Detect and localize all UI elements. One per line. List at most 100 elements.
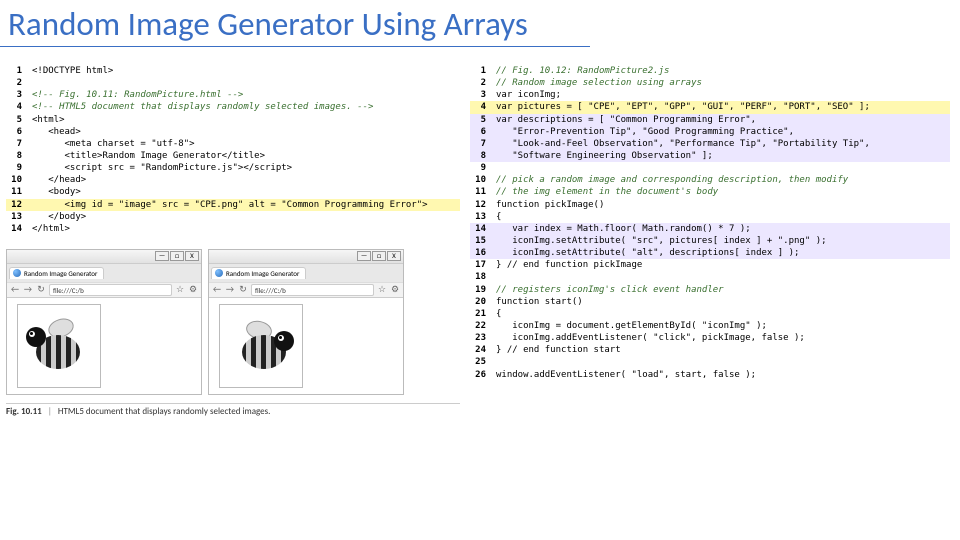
code-line: 5<html> [6,114,460,126]
code-line: 19// registers iconImg's click event han… [470,284,950,296]
code-text: <!-- HTML5 document that displays random… [32,101,373,113]
star-icon[interactable]: ☆ [377,285,387,295]
code-line: 6 <head> [6,126,460,138]
address-bar[interactable]: file:///C:/b [49,284,172,296]
code-line: 13 </body> [6,211,460,223]
code-text: <head> [32,126,81,138]
code-text: <body> [32,186,81,198]
line-number: 1 [6,65,22,77]
line-number: 17 [470,259,486,271]
code-text: <!DOCTYPE html> [32,65,113,77]
line-number: 5 [6,114,22,126]
back-icon[interactable]: ← [10,285,20,295]
line-number: 16 [470,247,486,259]
line-number: 8 [6,150,22,162]
line-number: 4 [6,101,22,113]
line-number: 7 [470,138,486,150]
forward-icon[interactable]: → [23,285,33,295]
tab-row: Random Image Generator [7,264,201,282]
minimize-button[interactable]: — [155,251,169,261]
browser-toolbar: ← → ↻ file:///C:/b ☆ ⚙ [209,282,403,298]
reload-icon[interactable]: ↻ [238,285,248,295]
wrench-icon[interactable]: ⚙ [188,285,198,295]
line-number: 3 [6,89,22,101]
code-line: 22 iconImg = document.getElementById( "i… [470,320,950,332]
forward-icon[interactable]: → [225,285,235,295]
back-icon[interactable]: ← [212,285,222,295]
close-button[interactable]: X [387,251,401,261]
right-column: 1// Fig. 10.12: RandomPicture2.js2// Ran… [460,65,950,417]
address-bar[interactable]: file:///C:/b [251,284,374,296]
line-number: 19 [470,284,486,296]
code-line: 9 [470,162,950,174]
star-icon[interactable]: ☆ [175,285,185,295]
code-text: { [496,211,501,223]
line-number: 10 [6,174,22,186]
code-line: 1 // Fig. 10.12: RandomPicture2.js [470,65,950,77]
line-number: 15 [470,235,486,247]
left-column: 1<!DOCTYPE html>23<!-- Fig. 10.11: Rando… [0,65,460,417]
code-text: </html> [32,223,70,235]
line-number: 2 [470,77,486,89]
line-number: 11 [6,186,22,198]
code-text: </body> [32,211,86,223]
code-text: function pickImage() [496,199,604,211]
code-line: 7 "Look-and-Feel Observation", "Performa… [470,138,950,150]
line-number: 12 [470,199,486,211]
browser-window-1: — □ X Random Image Generator ← → ↻ file:… [6,249,202,395]
code-line: 21 { [470,308,950,320]
line-number: 12 [6,199,22,211]
code-line: 7 <meta charset = "utf-8"> [6,138,460,150]
code-line: 4var pictures = [ "CPE", "EPT", "GPP", "… [470,101,950,113]
code-text: </head> [32,174,86,186]
code-line: 11 <body> [6,186,460,198]
tab-title: Random Image Generator [226,269,299,278]
line-number: 22 [470,320,486,332]
code-line: 3<!-- Fig. 10.11: RandomPicture.html --> [6,89,460,101]
browser-tab[interactable]: Random Image Generator [211,267,306,279]
line-number: 1 [470,65,486,77]
close-button[interactable]: X [185,251,199,261]
figure-caption: Fig. 10.11 | HTML5 document that display… [6,403,460,417]
code-line: 12 function pickImage() [470,199,950,211]
code-line: 5var descriptions = [ "Common Programmin… [470,114,950,126]
globe-icon [215,269,223,277]
line-number: 9 [470,162,486,174]
page-title: Random Image Generator Using Arrays [0,0,590,47]
code-text: iconImg.setAttribute( "src", pictures[ i… [496,235,827,247]
line-number: 18 [470,271,486,283]
minimize-button[interactable]: — [357,251,371,261]
line-number: 26 [470,369,486,381]
line-number: 21 [470,308,486,320]
maximize-button[interactable]: □ [372,251,386,261]
line-number: 20 [470,296,486,308]
globe-icon [13,269,21,277]
line-number: 6 [6,126,22,138]
code-line: 24} // end function start [470,344,950,356]
maximize-button[interactable]: □ [170,251,184,261]
line-number: 7 [6,138,22,150]
code-line: 12 <img id = "image" src = "CPE.png" alt… [6,199,460,211]
browser-screenshots: — □ X Random Image Generator ← → ↻ file:… [6,249,460,395]
tab-row: Random Image Generator [209,264,403,282]
page-body [7,298,201,394]
code-text: // the img element in the document's bod… [496,186,718,198]
reload-icon[interactable]: ↻ [36,285,46,295]
code-text: { [496,308,501,320]
code-line: 3var iconImg; [470,89,950,101]
wrench-icon[interactable]: ⚙ [390,285,400,295]
code-text: } // end function pickImage [496,259,642,271]
browser-toolbar: ← → ↻ file:///C:/b ☆ ⚙ [7,282,201,298]
code-line: 6 "Error-Prevention Tip", "Good Programm… [470,126,950,138]
code-line: 13{ [470,211,950,223]
code-text: // Fig. 10.12: RandomPicture2.js [496,65,669,77]
line-number: 5 [470,114,486,126]
code-line: 14</html> [6,223,460,235]
code-line: 25 [470,356,950,368]
code-text: iconImg.addEventListener( "click", pickI… [496,332,805,344]
line-number: 3 [470,89,486,101]
code-text: <meta charset = "utf-8"> [32,138,195,150]
line-number: 13 [6,211,22,223]
browser-tab[interactable]: Random Image Generator [9,267,104,279]
code-text: } // end function start [496,344,621,356]
